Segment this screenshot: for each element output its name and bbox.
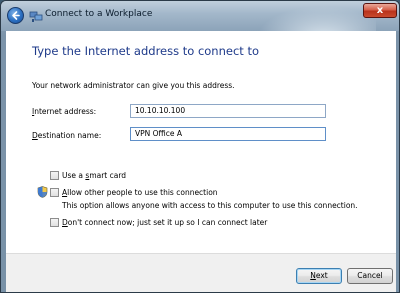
instruction-text: Your network administrator can give you … [32, 81, 235, 90]
uac-shield-icon [37, 186, 48, 198]
next-button[interactable]: Next [296, 268, 342, 284]
wizard-window: Connect to a Workplace x Type the Intern… [0, 0, 400, 293]
button-bar: Next Cancel [6, 253, 396, 292]
page-heading: Type the Internet address to connect to [32, 44, 259, 58]
close-icon: x [376, 5, 384, 16]
window-title: Connect to a Workplace [45, 9, 153, 19]
close-button[interactable]: x [363, 3, 397, 18]
back-arrow-icon [12, 11, 20, 20]
allow-others-label[interactable]: Allow other people to use this connectio… [62, 188, 218, 197]
title-bar[interactable]: Connect to a Workplace x [1, 1, 399, 31]
smart-card-label[interactable]: Use a smart card [62, 171, 126, 180]
smart-card-checkbox[interactable] [50, 171, 59, 180]
title-bar-backdrop [246, 1, 376, 31]
wizard-content: Type the Internet address to connect to … [6, 31, 396, 253]
internet-address-input[interactable]: 10.10.10.100 [130, 104, 326, 118]
dont-connect-checkbox[interactable] [50, 218, 59, 227]
cancel-button[interactable]: Cancel [347, 268, 393, 284]
destination-name-label: Destination name: [32, 131, 102, 140]
back-button[interactable] [7, 7, 24, 24]
allow-others-checkbox[interactable] [50, 188, 59, 197]
dont-connect-label[interactable]: Don't connect now; just set it up so I c… [62, 218, 267, 227]
internet-address-label: Internet address: [32, 107, 97, 116]
allow-others-hint: This option allows anyone with access to… [62, 201, 358, 210]
network-connection-icon [29, 11, 43, 22]
destination-name-input[interactable]: VPN Office A [130, 127, 326, 141]
